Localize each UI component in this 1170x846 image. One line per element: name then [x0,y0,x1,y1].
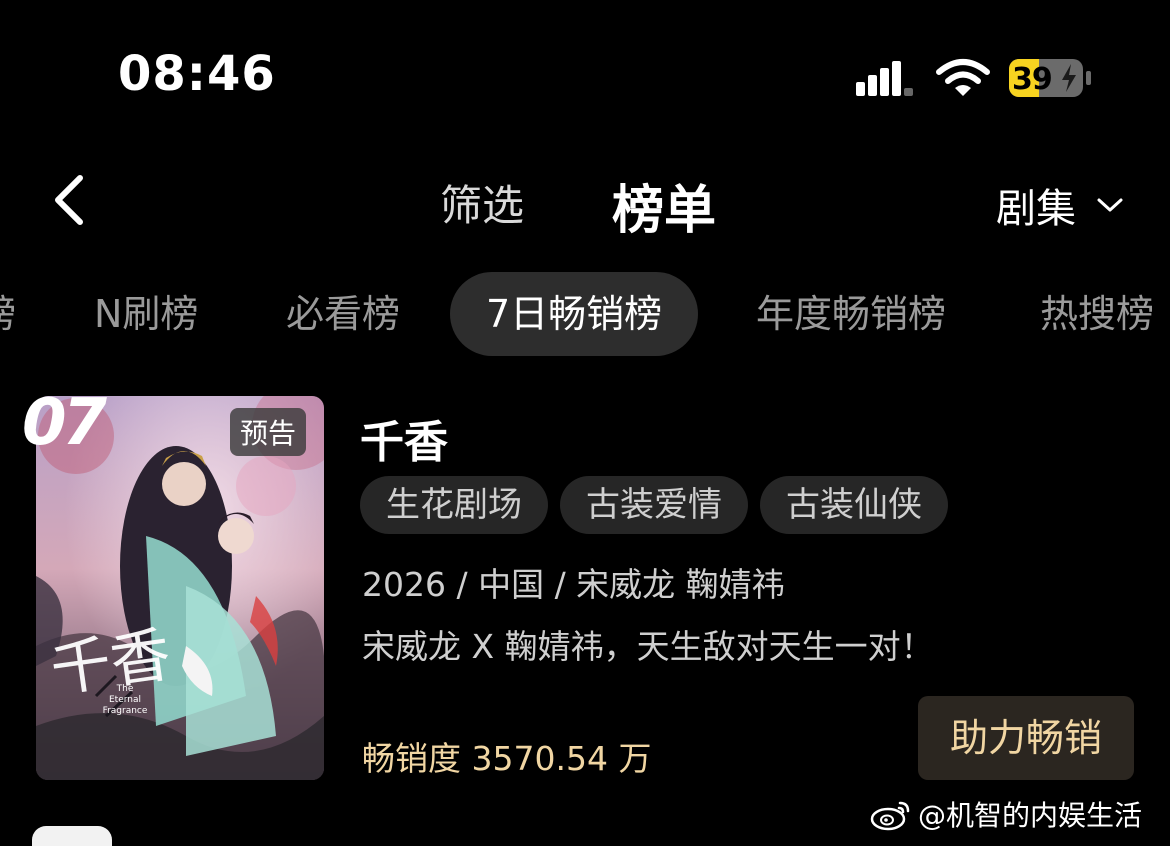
status-time: 08:46 [118,46,276,102]
list-item[interactable]: 预告 千香 The Eternal Fragrance 07 千香 生花剧场 古… [0,386,1170,790]
tab-hot-search[interactable]: 热搜榜 [1040,272,1154,356]
tab-annual-bestseller[interactable]: 年度畅销榜 [756,272,946,356]
chevron-down-icon [1097,198,1123,212]
category-label: 剧集 [996,186,1076,232]
tag-genre-xianxia[interactable]: 古装仙侠 [760,476,948,534]
tag-studio[interactable]: 生花剧场 [360,476,548,534]
category-dropdown[interactable]: 剧集 [996,176,1124,234]
poster-subtitle: The Eternal Fragrance [102,684,148,716]
watermark-text: @机智的内娱生活 [918,799,1143,832]
tab-partial[interactable]: 榜 [0,272,16,356]
drama-meta: 2026 / 中国 / 宋威龙 鞠婧祎 [362,565,785,604]
watermark: @机智的内娱生活 [870,794,1142,834]
nav-bar: 筛选 榜单 剧集 [0,150,1170,250]
back-icon[interactable] [48,174,92,226]
weibo-logo-icon [870,801,910,831]
preview-badge: 预告 [230,408,307,456]
rank-number: 07 [22,386,107,460]
tag-list: 生花剧场 古装爱情 古装仙侠 [360,476,948,534]
status-bar: 08:46 39 [0,0,1170,150]
rank-tabs: 榜 N刷榜 必看榜 7日畅销榜 年度畅销榜 热搜榜 [0,272,1170,360]
cellular-signal-icon [856,61,913,96]
wifi-icon [936,59,990,96]
drama-description: 宋威龙 X 鞠婧祎，天生敌对天生一对！ [362,627,934,666]
tag-genre-romance[interactable]: 古装爱情 [560,476,748,534]
nav-tab-rank[interactable]: 榜单 [612,168,716,243]
tab-rewatch[interactable]: N刷榜 [94,272,198,356]
battery-level: 39 [1012,62,1053,97]
next-item-peek [32,826,112,846]
boost-sales-button[interactable]: 助力畅销 [918,696,1134,780]
sales-score: 畅销度 3570.54 万 [362,739,652,778]
battery-icon: 39 [1008,58,1092,98]
tab-must-watch[interactable]: 必看榜 [286,272,400,356]
tab-7day-bestseller[interactable]: 7日畅销榜 [450,272,699,356]
drama-title[interactable]: 千香 [360,406,448,470]
nav-tab-filter[interactable]: 筛选 [440,172,524,233]
